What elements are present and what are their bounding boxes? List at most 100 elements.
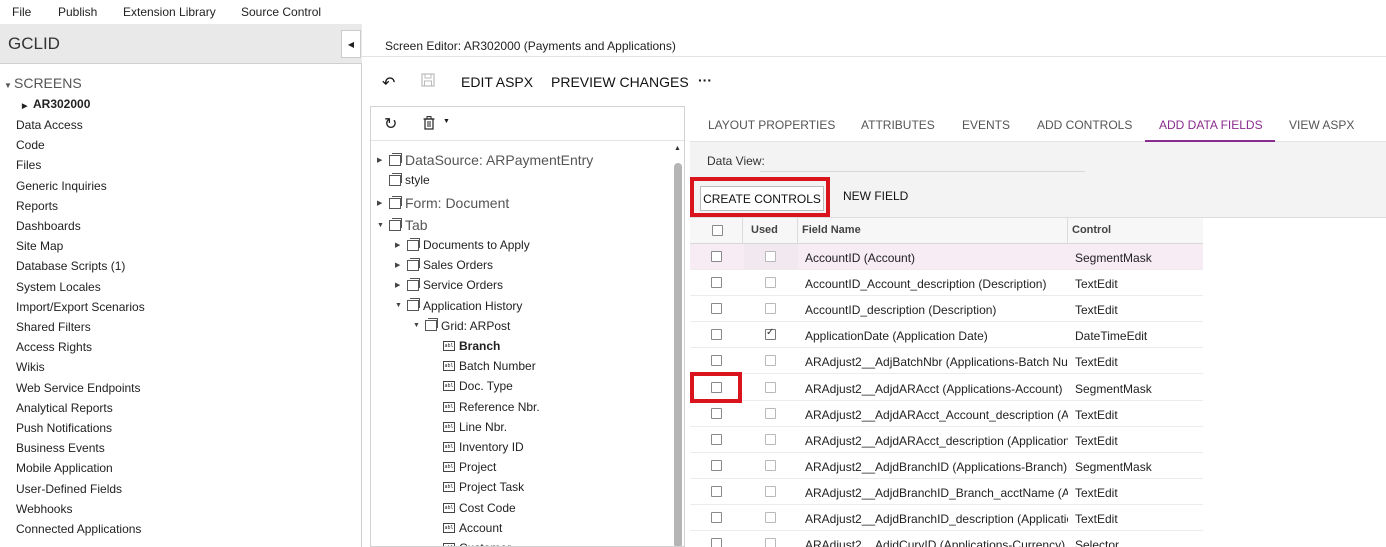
chevron-right-icon[interactable]: ▶ xyxy=(377,199,389,207)
sidebar-item[interactable]: Generic Inquiries xyxy=(16,179,107,193)
table-row[interactable]: ARAdjust2__AdjdCuryID (Applications-Curr… xyxy=(690,531,1203,547)
sidebar-item[interactable]: Reports xyxy=(16,199,58,213)
chevron-right-icon[interactable]: ▶ xyxy=(377,156,389,164)
more-options-button[interactable]: ··· xyxy=(698,72,712,88)
sidebar-item[interactable]: Analytical Reports xyxy=(16,401,113,415)
sidebar-item-ar302000[interactable]: ▶ AR302000 xyxy=(22,97,90,111)
row-select-checkbox[interactable] xyxy=(711,538,722,547)
tree-node[interactable]: abl Doc. Type xyxy=(443,379,513,393)
row-select-checkbox[interactable] xyxy=(711,329,722,341)
sidebar-item[interactable]: Data Access xyxy=(16,118,83,132)
tree-node[interactable]: abl Account xyxy=(443,521,502,535)
row-select-checkbox[interactable] xyxy=(711,381,722,393)
row-select-checkbox[interactable] xyxy=(711,459,722,471)
row-select-checkbox[interactable] xyxy=(711,512,722,523)
tab-view-aspx[interactable]: VIEW ASPX xyxy=(1289,118,1354,132)
new-field-button[interactable]: NEW FIELD xyxy=(843,189,908,203)
sidebar-item[interactable]: Wikis xyxy=(16,360,45,374)
sidebar-item[interactable]: Database Scripts (1) xyxy=(16,259,125,273)
tree-node[interactable]: abl Batch Number xyxy=(443,359,536,373)
table-row[interactable]: ARAdjust2__AdjdARAcct_Account_descriptio… xyxy=(690,401,1203,427)
undo-icon[interactable]: ↶ xyxy=(382,73,395,93)
menu-publish[interactable]: Publish xyxy=(58,5,97,19)
table-row[interactable]: ✓ ApplicationDate (Application Date) DateT… xyxy=(690,322,1203,349)
menu-extension-library[interactable]: Extension Library xyxy=(123,5,216,19)
create-controls-button[interactable]: CREATE CONTROLS xyxy=(700,186,824,211)
tree-node[interactable]: abl Project xyxy=(443,460,496,474)
table-row[interactable]: ARAdjust2__AdjdARAcct (Applications-Acco… xyxy=(690,375,1203,401)
tree-node[interactable]: abl Customer xyxy=(443,541,511,546)
table-row[interactable]: ARAdjust2__AdjdBranchID_description (App… xyxy=(690,505,1203,531)
sidebar-item[interactable]: Connected Applications xyxy=(16,522,141,536)
select-all-checkbox[interactable] xyxy=(712,225,723,236)
table-row[interactable]: AccountID (Account) SegmentMask xyxy=(690,244,1203,270)
row-select-checkbox[interactable] xyxy=(711,355,722,367)
sidebar-item[interactable]: Webhooks xyxy=(16,502,72,516)
sidebar-item-screens[interactable]: ▼ SCREENS xyxy=(4,75,82,91)
tab-events[interactable]: EVENTS xyxy=(962,118,1010,132)
collapse-sidebar-button[interactable]: ◀ xyxy=(341,30,361,58)
refresh-icon[interactable]: ↻ xyxy=(384,114,397,134)
column-header-used[interactable]: Used xyxy=(751,224,778,236)
table-row[interactable]: ARAdjust2__AdjdARAcct_description (Appli… xyxy=(690,427,1203,453)
preview-changes-button[interactable]: PREVIEW CHANGES xyxy=(551,74,689,90)
tree-node[interactable]: abl Project Task xyxy=(443,480,524,494)
chevron-right-icon[interactable]: ▶ xyxy=(395,241,407,249)
sidebar-item[interactable]: Dashboards xyxy=(16,219,81,233)
row-select-checkbox[interactable] xyxy=(711,251,722,262)
tree-node[interactable]: abl Inventory ID xyxy=(443,440,524,454)
table-row[interactable]: ARAdjust2__AdjdBranchID_Branch_acctName … xyxy=(690,479,1203,505)
scrollbar-thumb[interactable] xyxy=(674,163,682,546)
sidebar-item[interactable]: Import/Export Scenarios xyxy=(16,300,145,314)
row-select-checkbox[interactable] xyxy=(711,485,722,497)
menu-file[interactable]: File xyxy=(12,5,31,19)
tab-attributes[interactable]: ATTRIBUTES xyxy=(861,118,935,132)
table-row[interactable]: AccountID_description (Description) TextE… xyxy=(690,296,1203,323)
menu-source-control[interactable]: Source Control xyxy=(241,5,321,19)
delete-icon[interactable] xyxy=(423,116,435,133)
sidebar-item[interactable]: Code xyxy=(16,138,45,152)
save-icon[interactable] xyxy=(421,73,435,90)
tree-node[interactable]: ▶ Documents to Apply xyxy=(395,237,530,252)
tree-node[interactable]: abl Line Nbr. xyxy=(443,420,507,434)
tree-node[interactable]: ▶ Form: Document xyxy=(377,195,509,211)
chevron-right-icon[interactable]: ▶ xyxy=(395,281,407,289)
tree-node[interactable]: abl Reference Nbr. xyxy=(443,400,540,414)
chevron-down-icon[interactable]: ▼ xyxy=(443,118,450,125)
row-select-checkbox[interactable] xyxy=(711,433,722,445)
tree-node[interactable]: abl Cost Code xyxy=(443,501,516,515)
sidebar-item[interactable]: Access Rights xyxy=(16,340,92,354)
chevron-down-icon[interactable]: ▼ xyxy=(377,222,389,229)
row-select-checkbox[interactable] xyxy=(711,303,722,315)
sidebar-item[interactable]: System Locales xyxy=(16,280,101,294)
chevron-down-icon[interactable]: ▼ xyxy=(413,322,425,329)
column-header-field-name[interactable]: Field Name xyxy=(802,224,861,236)
sidebar-item[interactable]: Push Notifications xyxy=(16,421,112,435)
table-row[interactable]: ARAdjust2__AdjdBranchID (Applications-Br… xyxy=(690,453,1203,479)
tab-add-controls[interactable]: ADD CONTROLS xyxy=(1037,118,1132,132)
row-select-checkbox[interactable] xyxy=(711,407,722,419)
sidebar-item[interactable]: Files xyxy=(16,158,41,172)
chevron-down-icon[interactable]: ▼ xyxy=(395,302,407,309)
column-header-control[interactable]: Control xyxy=(1072,224,1111,236)
tree-node[interactable]: ▼ Application History xyxy=(395,298,522,313)
table-row[interactable]: AccountID_Account_description (Descripti… xyxy=(690,270,1203,297)
tree-scrollbar[interactable]: ▲ xyxy=(671,141,684,546)
table-row[interactable]: ARAdjust2__AdjBatchNbr (Applications-Bat… xyxy=(690,348,1203,375)
sidebar-item[interactable]: Web Service Endpoints xyxy=(16,381,141,395)
tree-node[interactable]: style xyxy=(389,172,430,187)
row-select-checkbox[interactable] xyxy=(711,277,722,289)
sidebar-item[interactable]: User-Defined Fields xyxy=(16,482,122,496)
tree-node[interactable]: ▼ Tab xyxy=(377,217,428,233)
chevron-right-icon[interactable]: ▶ xyxy=(395,261,407,269)
tab-add-data-fields[interactable]: ADD DATA FIELDS xyxy=(1159,118,1263,132)
tree-node[interactable]: ▶ DataSource: ARPaymentEntry xyxy=(377,152,593,168)
sidebar-item[interactable]: Shared Filters xyxy=(16,320,91,334)
edit-aspx-button[interactable]: EDIT ASPX xyxy=(461,74,533,90)
tree-node[interactable]: ▶ Service Orders xyxy=(395,277,503,292)
chevron-up-icon[interactable]: ▲ xyxy=(674,145,681,152)
tree-node[interactable]: ▼ Grid: ARPost xyxy=(413,318,510,333)
tree-node[interactable]: ▶ Sales Orders xyxy=(395,257,493,272)
sidebar-item[interactable]: Mobile Application xyxy=(16,461,113,475)
sidebar-item[interactable]: Site Map xyxy=(16,239,63,253)
